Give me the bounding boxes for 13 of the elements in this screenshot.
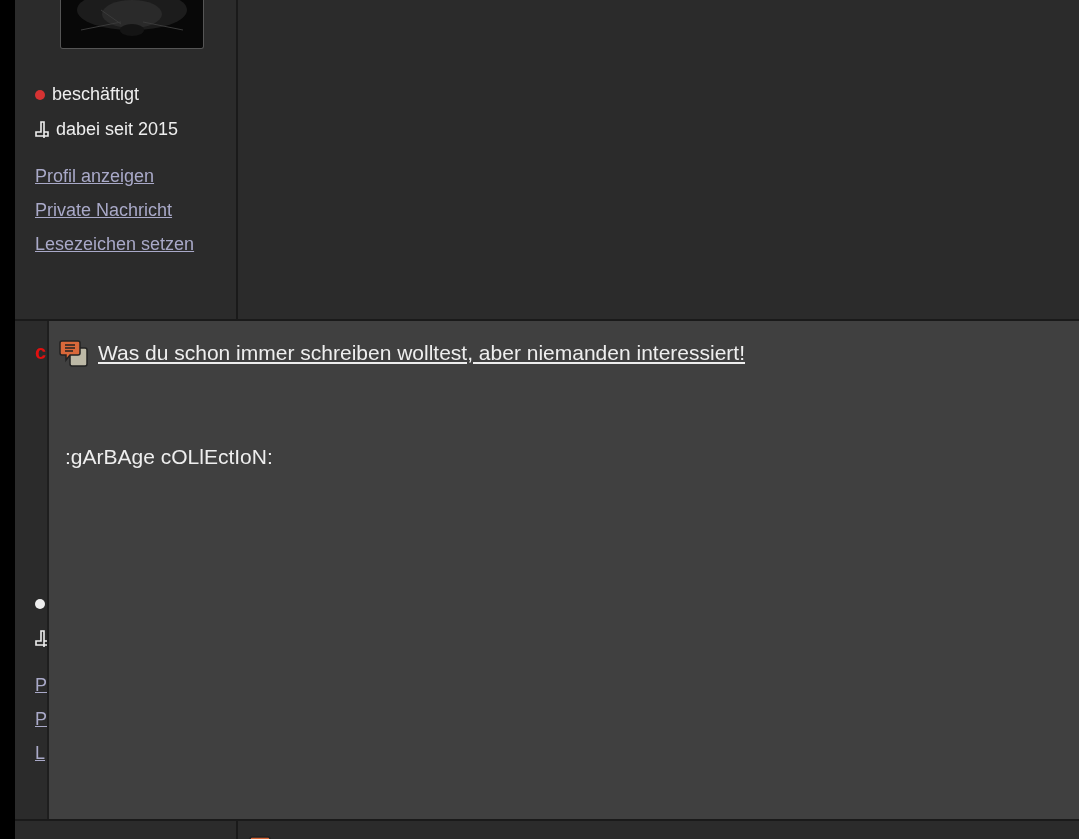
- stamp-icon: [35, 629, 49, 648]
- profile-link[interactable]: P: [35, 706, 47, 732]
- profile-link[interactable]: Lesezeichen setzen: [35, 231, 195, 257]
- profile-link[interactable]: Profil anzeigen: [35, 163, 195, 189]
- profile-link[interactable]: P: [35, 672, 47, 698]
- stamp-icon: [35, 120, 49, 139]
- post-body-text: :gArBAge cOLlEctIoN:: [65, 445, 274, 469]
- profile-link[interactable]: L: [35, 740, 47, 766]
- thread-title-link[interactable]: Was du schon immer schreiben wolltest, aber niemanden interessiert!: [98, 341, 745, 365]
- profile-link[interactable]: Private Nachricht: [35, 197, 195, 223]
- status-text: beschäftigt: [52, 84, 140, 105]
- member-since-text: dabei seit 2015: [56, 119, 179, 140]
- speech-bubble-icon: [59, 339, 89, 367]
